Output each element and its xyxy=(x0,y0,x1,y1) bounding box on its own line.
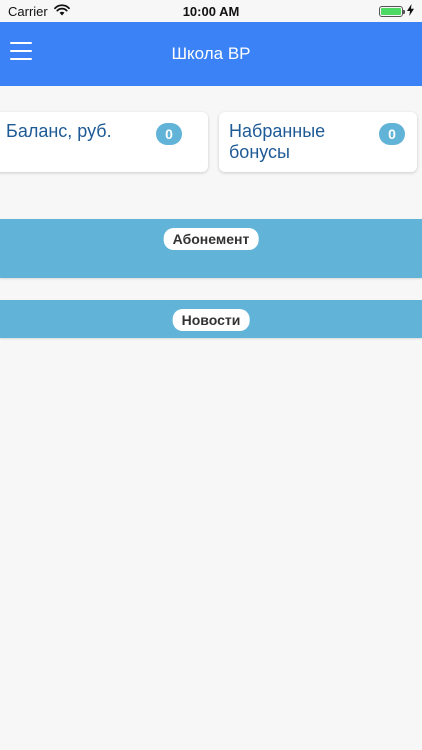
subscription-pill: Абонемент xyxy=(163,228,259,250)
menu-line xyxy=(10,42,32,44)
balance-count-badge: 0 xyxy=(156,123,182,145)
news-pill: Новости xyxy=(172,309,250,331)
balance-label: Баланс, руб. xyxy=(6,121,112,141)
hamburger-menu-icon[interactable] xyxy=(10,42,32,60)
status-bar: Carrier 10:00 AM xyxy=(0,0,422,22)
menu-line xyxy=(10,58,32,60)
wifi-icon xyxy=(53,3,70,19)
app-screen: Carrier 10:00 AM Школа ВР Баланс, руб. 0… xyxy=(0,0,422,750)
bonuses-count-badge: 0 xyxy=(379,123,405,145)
subscription-section[interactable]: Абонемент xyxy=(0,219,422,278)
bonuses-card[interactable]: Набранные бонусы 0 xyxy=(219,112,417,172)
menu-line xyxy=(10,50,32,52)
battery-fill xyxy=(381,7,401,15)
battery-icon xyxy=(379,5,405,17)
nav-bar: Школа ВР xyxy=(0,22,422,86)
bonuses-label: Набранные бонусы xyxy=(229,121,326,162)
news-section[interactable]: Новости xyxy=(0,300,422,338)
status-right xyxy=(379,3,414,19)
charging-bolt-icon xyxy=(407,3,414,19)
balance-card[interactable]: Баланс, руб. 0 xyxy=(0,112,208,172)
page-title: Школа ВР xyxy=(171,44,251,63)
carrier-label: Carrier xyxy=(8,3,48,19)
status-left: Carrier xyxy=(8,4,70,19)
